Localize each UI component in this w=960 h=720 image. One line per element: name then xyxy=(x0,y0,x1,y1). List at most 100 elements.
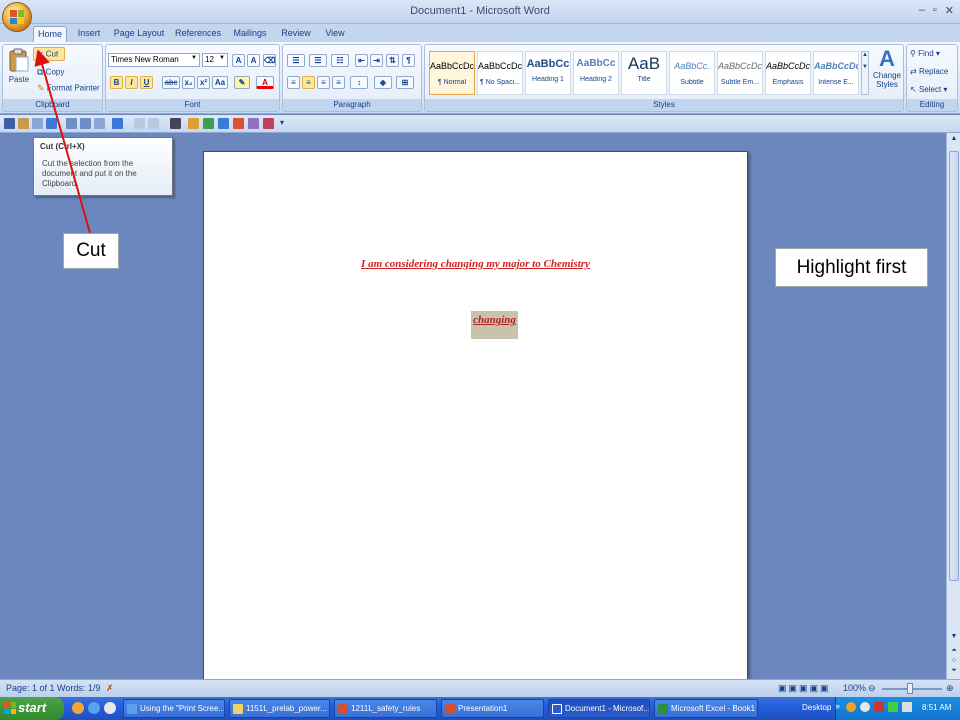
font-size-select[interactable]: 12 ▼ xyxy=(202,53,228,67)
multilevel-list-button[interactable]: ☷ xyxy=(331,54,349,67)
strikethrough-button[interactable]: abc xyxy=(162,76,180,89)
tab-mailings[interactable]: Mailings xyxy=(230,26,270,42)
style-normal[interactable]: AaBbCcDc ¶ Normal xyxy=(429,51,475,95)
copy-button[interactable]: ⧉ Copy xyxy=(37,67,64,78)
shading-button[interactable]: ◈ xyxy=(374,76,392,89)
font-color-button[interactable]: A xyxy=(256,76,274,89)
shapes-icon[interactable] xyxy=(248,118,259,129)
excel-icon[interactable] xyxy=(203,118,214,129)
italic-button[interactable]: I xyxy=(125,76,138,89)
search-icon[interactable] xyxy=(860,702,870,712)
align-center-button[interactable]: ≡ xyxy=(302,76,315,89)
paste-icon[interactable] xyxy=(18,118,29,129)
style-subtitle[interactable]: AaBbCc. Subtitle xyxy=(669,51,715,95)
sort-button[interactable]: ⇅ xyxy=(386,54,399,67)
zoom-slider-thumb[interactable] xyxy=(907,683,913,694)
clear-formatting-button[interactable]: ⌫ xyxy=(263,54,276,67)
chevron-right-icon[interactable]: » xyxy=(835,701,840,711)
office-button[interactable] xyxy=(2,2,32,32)
task-presentation1[interactable]: Presentation1 xyxy=(441,699,544,718)
shrink-font-button[interactable]: A xyxy=(247,54,260,67)
next-page-icon[interactable]: ⏷ xyxy=(949,667,959,675)
change-case-button[interactable]: Aa xyxy=(212,76,228,89)
show-marks-button[interactable]: ¶ xyxy=(402,54,415,67)
back-icon[interactable] xyxy=(846,702,856,712)
clipart-icon[interactable] xyxy=(233,118,244,129)
tab-references[interactable]: References xyxy=(173,26,223,42)
volume-icon[interactable] xyxy=(902,702,912,712)
previous-page-icon[interactable]: ⏶ xyxy=(949,647,959,655)
security-icon[interactable] xyxy=(874,702,884,712)
font-family-select[interactable]: Times New Roman ▼ xyxy=(108,53,200,67)
scroll-down-icon[interactable]: ▼ xyxy=(949,633,959,640)
style-no-spacing[interactable]: AaBbCcDc ¶ No Spaci... xyxy=(477,51,523,95)
restore-button[interactable]: ▫ xyxy=(933,4,937,17)
browse-object-icon[interactable]: ○ xyxy=(949,657,959,664)
zoom-level[interactable]: 100% xyxy=(843,683,866,693)
view-buttons[interactable]: ▣▣▣▣▣ xyxy=(778,683,831,694)
highlight-color-button[interactable]: ✎ xyxy=(234,76,250,89)
task-excel-book1[interactable]: Microsoft Excel - Book1 xyxy=(654,699,758,718)
subscript-button[interactable]: x₂ xyxy=(182,76,195,89)
close-button[interactable]: ✕ xyxy=(945,4,954,17)
find-button[interactable]: ⚲ Find ▾ xyxy=(910,49,940,58)
style-emphasis[interactable]: AaBbCcDc Emphasis xyxy=(765,51,811,95)
tab-view[interactable]: View xyxy=(321,26,349,42)
clock[interactable]: 8:51 AM xyxy=(922,703,951,712)
undo-icon[interactable] xyxy=(112,118,123,129)
tab-review[interactable]: Review xyxy=(278,26,314,42)
justify-button[interactable]: ≡ xyxy=(332,76,345,89)
bullets-button[interactable]: ☰ xyxy=(287,54,305,67)
select-button[interactable]: ↖ Select ▾ xyxy=(910,85,947,94)
grow-font-button[interactable]: A xyxy=(232,54,245,67)
align-left-button[interactable]: ≡ xyxy=(287,76,300,89)
task-print-screen[interactable]: Using the "Print Scree... xyxy=(123,699,225,718)
superscript-button[interactable]: x² xyxy=(197,76,210,89)
scroll-up-icon[interactable]: ▲ xyxy=(949,135,959,142)
task-prelab-folder[interactable]: 1151L_prelab_power... xyxy=(229,699,330,718)
redo-icon[interactable] xyxy=(134,118,145,129)
proofing-icon[interactable]: ✗ xyxy=(106,683,114,694)
superscript-icon[interactable] xyxy=(80,118,91,129)
tab-home[interactable]: Home xyxy=(33,26,67,42)
tab-page-layout[interactable]: Page Layout xyxy=(112,26,166,42)
change-styles-button[interactable]: A Change Styles xyxy=(871,47,903,90)
styles-scroll[interactable]: ▲ ▼ xyxy=(861,51,869,95)
desktop-toolbar[interactable]: Desktop xyxy=(802,703,831,712)
minimize-button[interactable]: – xyxy=(919,4,925,17)
highlighted-selection[interactable]: changing xyxy=(471,311,518,339)
document-sentence[interactable]: I am considering changing my major to Ch… xyxy=(204,258,747,270)
decrease-indent-button[interactable]: ⇤ xyxy=(355,54,368,67)
increase-indent-button[interactable]: ⇥ xyxy=(370,54,383,67)
align-right-button[interactable]: ≡ xyxy=(317,76,330,89)
media-icon[interactable] xyxy=(104,702,116,714)
picture-icon[interactable] xyxy=(218,118,229,129)
sigma-icon[interactable] xyxy=(94,118,105,129)
replace-button[interactable]: ⇄ Replace xyxy=(910,67,948,76)
tab-insert[interactable]: Insert xyxy=(73,26,105,42)
bold-button[interactable]: B xyxy=(110,76,123,89)
word-count[interactable]: Words: 1/9 xyxy=(57,683,100,693)
format-painter-button[interactable]: ✎ Format Painter xyxy=(37,83,100,94)
numbering-button[interactable]: ☰ xyxy=(309,54,327,67)
document-page[interactable]: I am considering changing my major to Ch… xyxy=(203,151,748,680)
repeat-icon[interactable] xyxy=(148,118,159,129)
vertical-scrollbar[interactable]: ▲ ▼ ⏶ ○ ⏷ xyxy=(946,133,960,679)
cut-button[interactable]: ✂ Cut xyxy=(33,47,65,61)
line-spacing-button[interactable]: ↕ xyxy=(350,76,368,89)
style-heading-2[interactable]: AaBbCc Heading 2 xyxy=(573,51,619,95)
page-count[interactable]: Page: 1 of 1 xyxy=(6,683,55,693)
borders-button[interactable]: ⊞ xyxy=(396,76,414,89)
task-safety-rules[interactable]: 1211L_safety_rules xyxy=(334,699,437,718)
quick-launch-icon[interactable] xyxy=(72,702,84,714)
underline-button[interactable]: U xyxy=(140,76,153,89)
scroll-thumb[interactable] xyxy=(949,151,959,581)
print-preview-icon[interactable] xyxy=(263,118,274,129)
start-button[interactable]: start xyxy=(0,697,64,720)
browser-icon[interactable] xyxy=(88,702,100,714)
style-intense-emphasis[interactable]: AaBbCcDc Intense E... xyxy=(813,51,859,95)
paste-button[interactable]: Paste xyxy=(6,47,32,99)
network-icon[interactable] xyxy=(888,702,898,712)
save-icon[interactable] xyxy=(4,118,15,129)
style-title[interactable]: AaB Title xyxy=(621,51,667,95)
